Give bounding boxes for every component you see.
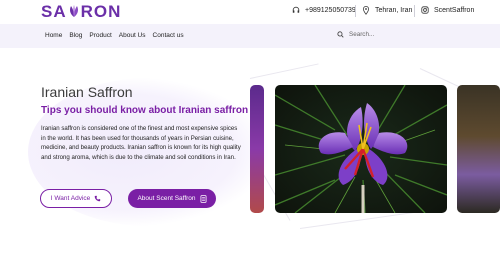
about-button-label: About Scent Saffron	[137, 195, 196, 202]
hero-description: Iranian saffron is considered one of the…	[41, 125, 241, 161]
document-icon	[200, 194, 206, 203]
logo[interactable]: SA RON	[41, 2, 121, 22]
header-divider	[414, 5, 415, 17]
headset-icon	[292, 6, 300, 13]
phone-icon	[94, 195, 101, 202]
location-info: Tehran, Iran	[362, 6, 412, 15]
top-header: SA RON +989125050739 Tehran, Iran ScentSa…	[0, 0, 500, 24]
instagram-handle: ScentSaffron	[434, 6, 475, 14]
about-scent-saffron-button[interactable]: About Scent Saffron	[128, 189, 216, 208]
saffron-flower-logo-icon	[69, 5, 78, 17]
search-input[interactable]: Search...	[349, 31, 374, 38]
search-icon	[337, 31, 344, 38]
advice-button[interactable]: I Want Advice	[40, 189, 112, 208]
main-navigation: Home Blog Product About Us Contact us Se…	[0, 24, 500, 48]
phone-contact[interactable]: +989125050739	[292, 6, 356, 14]
nav-item-about-us[interactable]: About Us	[119, 32, 146, 39]
nav-item-blog[interactable]: Blog	[69, 32, 82, 39]
hero-title: Iranian Saffron	[41, 84, 133, 100]
map-pin-icon	[362, 6, 370, 15]
slider-image-prev[interactable]	[250, 85, 264, 213]
nav-item-contact-us[interactable]: Contact us	[153, 32, 184, 39]
hero-subtitle: Tips you should know about Iranian saffr…	[41, 105, 249, 116]
header-divider	[355, 5, 356, 17]
phone-number: +989125050739	[305, 6, 356, 14]
instagram-icon	[421, 6, 429, 14]
slider-image-next[interactable]	[457, 85, 500, 213]
instagram-link[interactable]: ScentSaffron	[421, 6, 474, 14]
location-text: Tehran, Iran	[375, 7, 413, 14]
nav-item-home[interactable]: Home	[45, 32, 62, 39]
nav-item-product[interactable]: Product	[89, 32, 111, 39]
logo-text-end: RON	[80, 2, 122, 21]
saffron-flower-image[interactable]	[275, 85, 447, 213]
logo-text-start: SA	[41, 2, 67, 21]
nav-links: Home Blog Product About Us Contact us	[45, 32, 184, 39]
crocus-flower-illustration	[275, 85, 447, 213]
search-box[interactable]: Search...	[337, 31, 374, 38]
advice-button-label: I Want Advice	[50, 195, 91, 202]
